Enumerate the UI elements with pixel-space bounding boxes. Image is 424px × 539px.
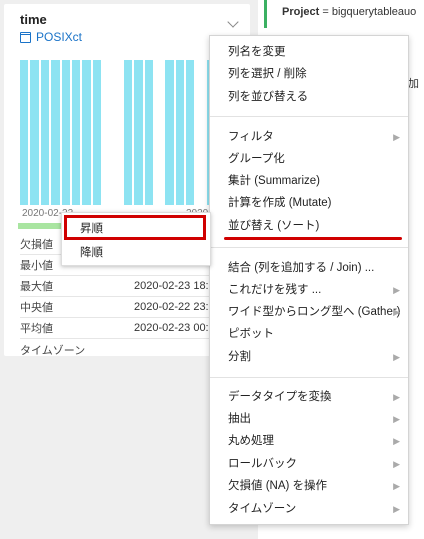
submenu-arrow-icon: ▶ — [393, 414, 400, 424]
stat-key: 平均値 — [20, 323, 53, 335]
menu-item-label: 列を選択 / 削除 — [228, 68, 307, 80]
menu-item-join[interactable]: 結合 (列を追加する / Join) ... — [228, 258, 404, 278]
menu-item-keep-only[interactable]: これだけを残す ... ▶ — [228, 280, 404, 300]
histogram-bar — [82, 60, 91, 205]
histogram-bar — [165, 60, 174, 205]
menu-item-label: これだけを残す ... — [228, 284, 322, 296]
column-context-menu: 列名を変更 列を選択 / 削除 列を並び替える フィルタ ▶ グループ化 集計 (… — [209, 35, 409, 525]
menu-item-pivot[interactable]: ピボット — [228, 324, 404, 344]
sort-ascending-highlight — [64, 215, 206, 240]
submenu-arrow-icon: ▶ — [393, 285, 400, 295]
menu-item-label: 結合 (列を追加する / Join) ... — [228, 262, 375, 274]
menu-item-group[interactable]: グループ化 — [228, 149, 404, 169]
submenu-arrow-icon: ▶ — [393, 307, 400, 317]
histogram-bar — [144, 60, 153, 205]
sort-descending-item[interactable]: 降順 — [80, 244, 103, 260]
menu-item-sort[interactable]: 並び替え (ソート) — [228, 216, 404, 236]
menu-item-label: ワイド型からロング型へ (Gather) — [228, 306, 401, 318]
stat-key: 最大値 — [20, 281, 53, 293]
stat-key: 中央値 — [20, 302, 53, 314]
histogram-bar — [61, 60, 70, 205]
histogram-bar — [40, 60, 50, 205]
histogram-bar — [123, 60, 133, 205]
submenu-arrow-icon: ▶ — [393, 481, 400, 491]
menu-item-summarize[interactable]: 集計 (Summarize) — [228, 171, 404, 191]
menu-separator — [210, 247, 408, 248]
menu-item-label: 計算を作成 (Mutate) — [228, 197, 332, 209]
menu-separator — [210, 116, 408, 117]
stat-key: 欠損値 — [20, 239, 53, 251]
histogram-bar — [92, 60, 102, 205]
project-label: Project — [282, 6, 320, 18]
menu-item-reorder[interactable]: 列を並び替える — [228, 87, 404, 107]
submenu-arrow-icon: ▶ — [393, 392, 400, 402]
menu-item-label: ピボット — [228, 328, 274, 340]
histogram-bar — [30, 60, 39, 205]
menu-item-label: グループ化 — [228, 153, 285, 165]
chevron-down-icon[interactable] — [227, 16, 239, 28]
menu-item-label: 分割 — [228, 351, 251, 363]
histogram-bar — [134, 60, 143, 205]
menu-item-extract[interactable]: 抽出 ▶ — [228, 409, 404, 429]
menu-item-gather[interactable]: ワイド型からロング型へ (Gather) ▶ — [228, 302, 404, 322]
menu-item-rollback[interactable]: ロールバック ▶ — [228, 454, 404, 474]
page: Project = bigquerytableauo 加 time POSIXc… — [0, 0, 424, 539]
submenu-arrow-icon: ▶ — [393, 459, 400, 469]
histogram-bar — [175, 60, 185, 205]
histogram-bar — [71, 60, 81, 205]
menu-item-label: タイムゾーン — [228, 503, 297, 515]
project-indicator — [264, 0, 267, 28]
sort-highlight-underline — [224, 237, 402, 240]
submenu-arrow-icon: ▶ — [393, 504, 400, 514]
menu-item-label: 並び替え (ソート) — [228, 220, 320, 232]
menu-item-label: 集計 (Summarize) — [228, 175, 321, 187]
menu-item-label: 欠損値 (NA) を操作 — [228, 480, 328, 492]
menu-item-select-delete[interactable]: 列を選択 / 削除 — [228, 64, 404, 84]
project-value: = bigquerytableauo — [322, 6, 417, 18]
menu-item-convert-type[interactable]: データタイプを変換 ▶ — [228, 387, 404, 407]
histogram-bar — [20, 60, 29, 205]
stat-key: 最小値 — [20, 260, 53, 272]
menu-item-label: 列を並び替える — [228, 91, 309, 103]
right-snippet: 加 — [408, 78, 419, 90]
menu-item-label: データタイプを変換 — [228, 391, 332, 403]
column-type-label: POSIXct — [36, 30, 83, 44]
menu-item-na-ops[interactable]: 欠損値 (NA) を操作 ▶ — [228, 476, 404, 496]
menu-item-split[interactable]: 分割 ▶ — [228, 347, 404, 367]
menu-item-label: ロールバック — [228, 458, 297, 470]
menu-item-rename[interactable]: 列名を変更 — [228, 42, 404, 62]
column-type: POSIXct — [20, 30, 82, 44]
stat-key: タイムゾーン — [20, 344, 86, 357]
menu-item-timezone[interactable]: タイムゾーン ▶ — [228, 499, 404, 519]
menu-item-filter[interactable]: フィルタ ▶ — [228, 127, 404, 147]
submenu-arrow-icon: ▶ — [393, 352, 400, 362]
menu-item-mutate[interactable]: 計算を作成 (Mutate) — [228, 193, 404, 213]
menu-separator — [210, 377, 408, 378]
menu-item-label: 列名を変更 — [228, 46, 286, 58]
histogram-bar — [51, 60, 60, 205]
submenu-arrow-icon: ▶ — [393, 132, 400, 142]
menu-item-round[interactable]: 丸め処理 ▶ — [228, 431, 404, 451]
menu-item-label: 抽出 — [228, 413, 251, 425]
menu-item-label: フィルタ — [228, 131, 274, 143]
menu-item-label: 丸め処理 — [228, 435, 274, 447]
column-name: time — [20, 12, 47, 27]
project-header: Project = bigquerytableauo — [282, 6, 416, 18]
calendar-icon — [20, 31, 31, 43]
histogram-bar — [186, 60, 195, 205]
submenu-arrow-icon: ▶ — [393, 436, 400, 446]
